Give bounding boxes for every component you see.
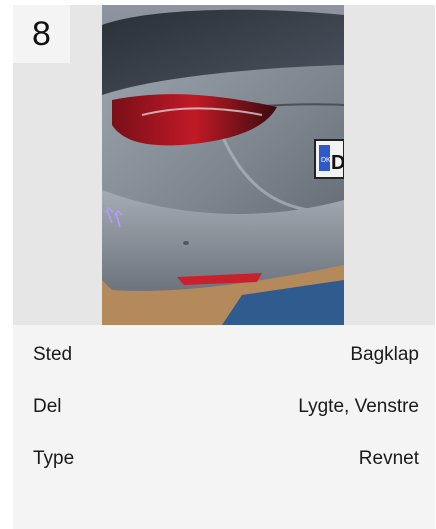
part-value: Lygte, Venstre [298,396,419,417]
detail-row-type: Type Revnet [33,445,419,473]
type-label: Type [33,448,75,469]
part-label: Del [33,396,62,417]
detail-row-part: Del Lygte, Venstre [33,393,419,421]
damage-photo[interactable]: DK D [102,5,344,325]
damage-card[interactable]: 8 DK D Sted Bagklap Del Lygte, Venstre T… [13,5,435,529]
damage-number-badge: 8 [13,5,70,63]
type-value: Revnet [358,448,419,469]
detail-row-location: Sted Bagklap [33,341,419,369]
damage-details-panel: Sted Bagklap Del Lygte, Venstre Type Rev… [13,325,435,529]
car-rear-illustration: DK D [102,5,344,325]
plate-text: D [331,152,344,174]
location-label: Sted [33,344,73,365]
plate-country-code: DK [321,157,331,164]
location-value: Bagklap [350,344,419,365]
